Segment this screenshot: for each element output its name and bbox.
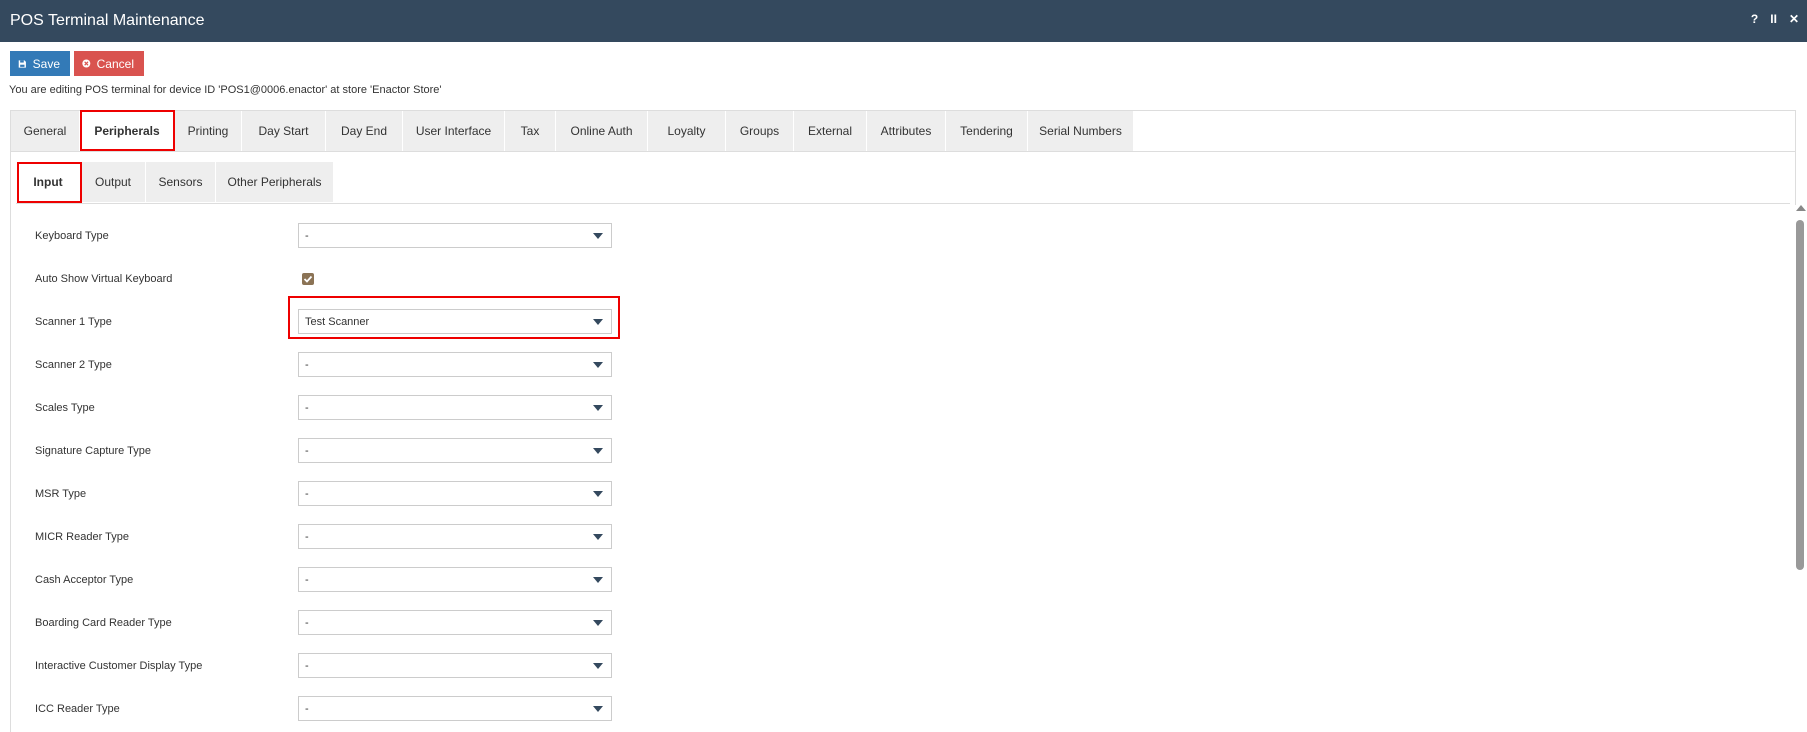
select-value: - — [305, 659, 309, 672]
field-label: Scanner 2 Type — [35, 358, 112, 371]
field-label: Scanner 1 Type — [35, 315, 112, 328]
select-value: - — [305, 616, 309, 629]
chevron-down-icon — [593, 448, 603, 454]
field-row-keyboard-type: Keyboard Type - — [16, 214, 1776, 257]
tab-attributes[interactable]: Attributes — [867, 111, 946, 151]
tab-tendering[interactable]: Tendering — [946, 111, 1028, 151]
cash-acceptor-type-select[interactable]: - — [298, 567, 612, 592]
field-row-micr-reader-type: MICR Reader Type - — [16, 515, 1776, 558]
window-title: POS Terminal Maintenance — [10, 12, 205, 29]
scanner-1-type-select[interactable]: Test Scanner — [298, 309, 612, 334]
save-button[interactable]: Save — [10, 51, 70, 76]
field-label: ICC Reader Type — [35, 702, 120, 715]
checkmark-icon — [303, 275, 313, 283]
field-label: Scales Type — [35, 401, 95, 414]
field-label: MSR Type — [35, 487, 87, 500]
tab-loyalty[interactable]: Loyalty — [648, 111, 726, 151]
vertical-scrollbar[interactable] — [1793, 205, 1807, 732]
chevron-down-icon — [593, 405, 603, 411]
cancel-button[interactable]: Cancel — [74, 51, 144, 76]
cancel-label: Cancel — [96, 56, 134, 71]
field-row-msr-type: MSR Type - — [16, 472, 1776, 515]
select-value: - — [305, 573, 309, 586]
boarding-card-reader-type-select[interactable]: - — [298, 610, 612, 635]
field-label: Auto Show Virtual Keyboard — [35, 272, 173, 285]
signature-capture-type-select[interactable]: - — [298, 438, 612, 463]
interactive-customer-display-type-select[interactable]: - — [298, 653, 612, 678]
window-controls: ? II ✕ — [1751, 12, 1799, 26]
select-value: - — [305, 358, 309, 371]
title-bar: POS Terminal Maintenance ? II ✕ — [0, 0, 1807, 42]
scrollbar-thumb[interactable] — [1796, 220, 1804, 570]
select-value: - — [305, 487, 309, 500]
select-value: - — [305, 530, 309, 543]
save-label: Save — [32, 56, 60, 71]
tab-online-auth[interactable]: Online Auth — [556, 111, 648, 151]
field-label: Signature Capture Type — [35, 444, 151, 457]
tab-panel: General Peripherals Printing Day Start Day E… — [10, 110, 1796, 732]
help-icon[interactable]: ? — [1751, 12, 1758, 26]
auto-show-virtual-keyboard-checkbox[interactable] — [302, 272, 314, 285]
chevron-down-icon — [593, 319, 603, 325]
select-value: - — [305, 401, 309, 414]
micr-reader-type-select[interactable]: - — [298, 524, 612, 549]
subtab-other-peripherals[interactable]: Other Peripherals — [216, 162, 334, 202]
cancel-icon — [82, 59, 91, 68]
field-row-scanner-1-type: Scanner 1 Type Test Scanner — [16, 300, 1776, 343]
field-row-auto-show-virtual-keyboard: Auto Show Virtual Keyboard — [16, 257, 1776, 300]
subtab-output[interactable]: Output — [81, 162, 146, 202]
field-row-scales-type: Scales Type - — [16, 386, 1776, 429]
chevron-down-icon — [593, 663, 603, 669]
subtab-input[interactable]: Input — [16, 162, 81, 202]
tab-groups[interactable]: Groups — [726, 111, 794, 151]
tab-printing[interactable]: Printing — [175, 111, 242, 151]
tab-external[interactable]: External — [794, 111, 867, 151]
field-label: Boarding Card Reader Type — [35, 616, 172, 629]
field-row-interactive-customer-display-type: Interactive Customer Display Type - — [16, 644, 1776, 687]
tab-serial-numbers[interactable]: Serial Numbers — [1028, 111, 1134, 151]
scales-type-select[interactable]: - — [298, 395, 612, 420]
msr-type-select[interactable]: - — [298, 481, 612, 506]
field-row-icc-reader-type: ICC Reader Type - — [16, 687, 1776, 730]
chevron-down-icon — [593, 233, 603, 239]
close-icon[interactable]: ✕ — [1789, 12, 1799, 26]
chevron-down-icon — [593, 362, 603, 368]
field-row-scanner-2-type: Scanner 2 Type - — [16, 343, 1776, 386]
field-label: MICR Reader Type — [35, 530, 129, 543]
field-row-boarding-card-reader-type: Boarding Card Reader Type - — [16, 601, 1776, 644]
chevron-down-icon — [593, 491, 603, 497]
sub-tabs: Input Output Sensors Other Peripherals — [16, 162, 334, 203]
field-label: Cash Acceptor Type — [35, 573, 134, 586]
tab-day-start[interactable]: Day Start — [242, 111, 326, 151]
tab-day-end[interactable]: Day End — [326, 111, 403, 151]
tab-general[interactable]: General — [11, 111, 80, 151]
select-value: Test Scanner — [305, 315, 370, 328]
tab-tax[interactable]: Tax — [505, 111, 556, 151]
scroll-up-icon[interactable] — [1796, 205, 1806, 211]
subtab-sensors[interactable]: Sensors — [146, 162, 216, 202]
save-icon — [18, 59, 26, 68]
toolbar: Save Cancel — [10, 51, 144, 76]
editing-info: You are editing POS terminal for device … — [9, 84, 442, 96]
tab-user-interface[interactable]: User Interface — [403, 111, 505, 151]
chevron-down-icon — [593, 620, 603, 626]
keyboard-type-select[interactable]: - — [298, 223, 612, 248]
field-label: Interactive Customer Display Type — [35, 659, 203, 672]
chevron-down-icon — [593, 706, 603, 712]
chevron-down-icon — [593, 577, 603, 583]
select-value: - — [305, 444, 309, 457]
field-row-cash-acceptor-type: Cash Acceptor Type - — [16, 558, 1776, 601]
select-value: - — [305, 229, 309, 242]
main-tabs: General Peripherals Printing Day Start Day E… — [11, 111, 1795, 152]
chevron-down-icon — [593, 534, 603, 540]
tab-peripherals[interactable]: Peripherals — [80, 111, 175, 151]
input-form: Keyboard Type - Auto Show Virtual Keyboard… — [16, 203, 1790, 732]
pause-icon[interactable]: II — [1770, 12, 1777, 26]
field-row-signature-capture-type: Signature Capture Type - — [16, 429, 1776, 472]
scanner-2-type-select[interactable]: - — [298, 352, 612, 377]
field-label: Keyboard Type — [35, 229, 109, 242]
icc-reader-type-select[interactable]: - — [298, 696, 612, 721]
select-value: - — [305, 702, 309, 715]
